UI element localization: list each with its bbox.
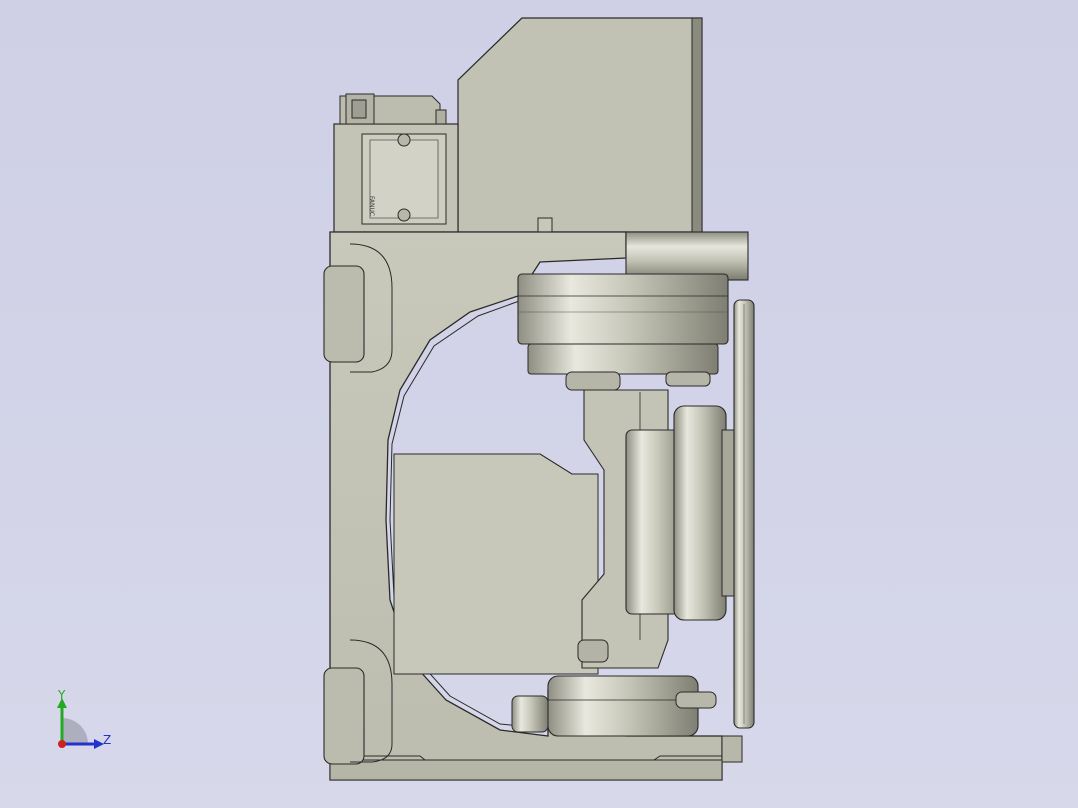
y-axis-label: Y (57, 688, 66, 702)
z-axis-label: Z (103, 733, 111, 747)
upper-motor-housing[interactable] (457, 17, 703, 233)
cad-viewport[interactable]: FANUC Y Z (0, 0, 1078, 808)
engraved-label: FANUC (368, 196, 375, 216)
lower-reducer[interactable] (511, 675, 717, 737)
coordinate-triad: Y Z (57, 688, 111, 749)
connector-block[interactable]: FANUC (333, 93, 459, 233)
rear-cover[interactable] (393, 453, 599, 675)
x-axis-dot (58, 740, 66, 748)
